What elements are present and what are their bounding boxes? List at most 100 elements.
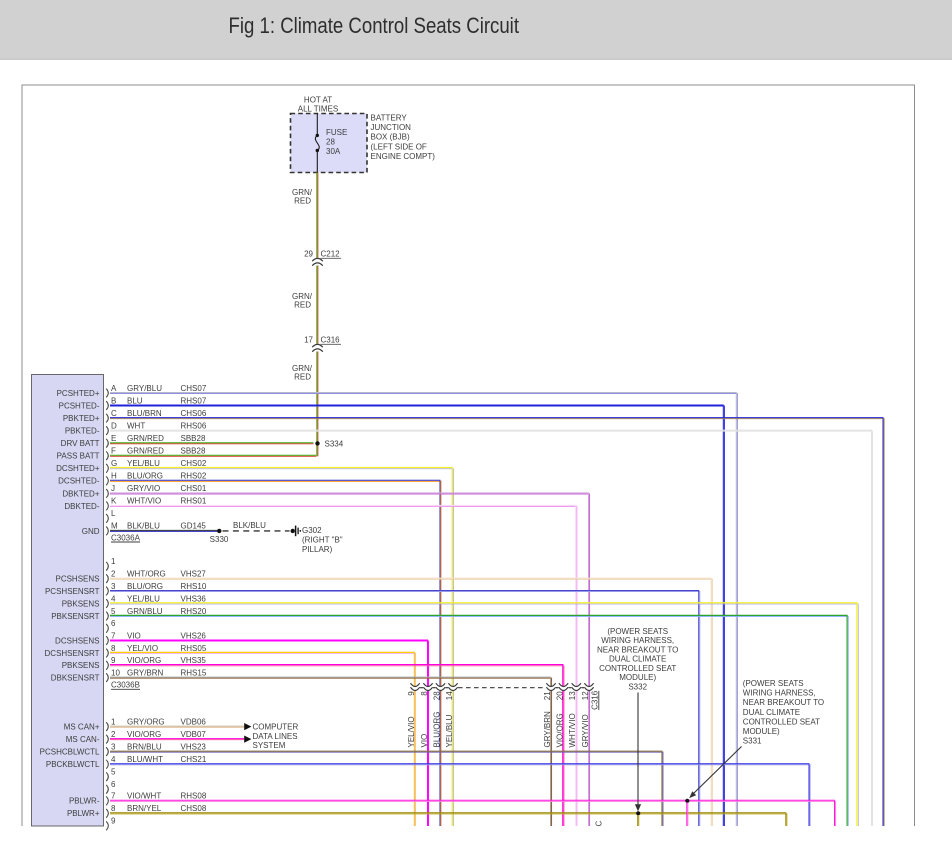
svg-text:YEL/BLU: YEL/BLU xyxy=(445,714,454,747)
svg-text:PBKTED+: PBKTED+ xyxy=(63,414,100,423)
svg-text:PILLAR): PILLAR) xyxy=(302,545,333,554)
svg-text:F: F xyxy=(111,447,116,456)
svg-text:CHS01: CHS01 xyxy=(181,484,207,493)
svg-text:K: K xyxy=(111,497,117,506)
svg-text:WIRING HARNESS,: WIRING HARNESS, xyxy=(743,689,816,698)
svg-text:DRV BATT: DRV BATT xyxy=(61,439,100,448)
svg-text:ALL TIMES: ALL TIMES xyxy=(298,105,338,114)
svg-text:17: 17 xyxy=(304,336,313,345)
svg-text:7: 7 xyxy=(111,631,116,640)
svg-text:PCSHTED-: PCSHTED- xyxy=(59,401,100,410)
svg-text:VIO: VIO xyxy=(420,734,429,748)
svg-text:PCSHCBLWCTL: PCSHCBLWCTL xyxy=(40,748,100,757)
svg-text:(POWER SEATS: (POWER SEATS xyxy=(743,679,804,688)
svg-text:C3036B: C3036B xyxy=(111,681,140,690)
svg-text:VHS23: VHS23 xyxy=(181,742,207,751)
svg-text:DATA LINES: DATA LINES xyxy=(253,732,298,741)
svg-text:8: 8 xyxy=(111,644,116,653)
svg-text:VIO/WHT: VIO/WHT xyxy=(127,792,161,801)
svg-text:C3036A: C3036A xyxy=(111,533,141,542)
svg-text:20: 20 xyxy=(555,691,564,700)
svg-text:GRY/BLU: GRY/BLU xyxy=(127,384,162,393)
svg-text:29: 29 xyxy=(304,250,313,259)
svg-text:J: J xyxy=(111,484,115,493)
svg-text:GRY/BRN: GRY/BRN xyxy=(127,668,164,677)
svg-text:ENGINE COMPT): ENGINE COMPT) xyxy=(371,152,436,161)
svg-text:YEL/VIO: YEL/VIO xyxy=(407,716,416,747)
svg-text:NEAR BREAKOUT TO: NEAR BREAKOUT TO xyxy=(597,645,678,654)
svg-text:YEL/BLU: YEL/BLU xyxy=(127,594,160,603)
svg-text:G302: G302 xyxy=(302,526,322,535)
svg-text:C: C xyxy=(595,821,604,827)
svg-text:DBKTED+: DBKTED+ xyxy=(62,489,99,498)
svg-text:YEL/BLU: YEL/BLU xyxy=(127,459,160,468)
svg-text:PBCKBLWCTL: PBCKBLWCTL xyxy=(46,760,100,769)
svg-text:BLU/ORG: BLU/ORG xyxy=(127,582,163,591)
svg-text:FUSE: FUSE xyxy=(326,128,347,137)
svg-text:7: 7 xyxy=(111,792,116,801)
svg-text:BLU/WHT: BLU/WHT xyxy=(127,755,163,764)
svg-text:RHS08: RHS08 xyxy=(181,792,207,801)
svg-text:D: D xyxy=(111,421,117,430)
svg-text:GD145: GD145 xyxy=(181,522,207,531)
svg-text:VIO: VIO xyxy=(127,631,141,640)
svg-text:RHS15: RHS15 xyxy=(181,668,207,677)
svg-text:CHS21: CHS21 xyxy=(181,755,207,764)
svg-text:CHS02: CHS02 xyxy=(181,459,207,468)
svg-text:RHS06: RHS06 xyxy=(181,421,207,430)
svg-text:MODULE): MODULE) xyxy=(743,727,780,736)
svg-text:BLU/ORG: BLU/ORG xyxy=(127,472,163,481)
svg-text:BLU: BLU xyxy=(127,396,143,405)
svg-text:GRN/RED: GRN/RED xyxy=(127,447,164,456)
svg-text:8: 8 xyxy=(111,804,116,813)
svg-text:10: 10 xyxy=(111,668,120,677)
svg-text:2: 2 xyxy=(111,569,116,578)
svg-text:BATTERY: BATTERY xyxy=(371,114,408,123)
svg-text:3: 3 xyxy=(111,742,116,751)
svg-text:PCSHSENSRT: PCSHSENSRT xyxy=(45,587,100,596)
svg-text:DBKTED-: DBKTED- xyxy=(64,502,99,511)
svg-text:VIO/ORG: VIO/ORG xyxy=(127,656,161,665)
svg-text:H: H xyxy=(111,472,117,481)
svg-text:13: 13 xyxy=(568,691,577,700)
svg-text:21: 21 xyxy=(543,691,552,700)
svg-text:RHS10: RHS10 xyxy=(181,582,207,591)
svg-text:4: 4 xyxy=(111,594,116,603)
svg-text:DBKSENSRT: DBKSENSRT xyxy=(51,674,100,683)
svg-text:C316: C316 xyxy=(590,690,599,710)
svg-text:NEAR BREAKOUT TO: NEAR BREAKOUT TO xyxy=(743,698,824,707)
svg-text:PCSHSENS: PCSHSENS xyxy=(55,575,99,584)
svg-text:VHS26: VHS26 xyxy=(181,631,207,640)
svg-text:HOT AT: HOT AT xyxy=(304,96,332,105)
svg-text:9: 9 xyxy=(111,817,116,826)
svg-text:CONTROLLED SEAT: CONTROLLED SEAT xyxy=(599,664,676,673)
svg-text:L: L xyxy=(111,509,116,518)
svg-text:DUAL CLIMATE: DUAL CLIMATE xyxy=(609,655,666,664)
svg-text:MS CAN-: MS CAN- xyxy=(66,735,100,744)
svg-text:PBKSENS: PBKSENS xyxy=(62,599,100,608)
svg-text:WHT/VIO: WHT/VIO xyxy=(568,713,577,747)
svg-text:CHS06: CHS06 xyxy=(181,409,207,418)
svg-text:WHT: WHT xyxy=(127,421,145,430)
svg-text:CHS07: CHS07 xyxy=(181,384,207,393)
svg-text:YEL/VIO: YEL/VIO xyxy=(127,644,158,653)
svg-text:MODULE): MODULE) xyxy=(619,673,656,682)
svg-text:BLU/ORG: BLU/ORG xyxy=(432,711,441,747)
svg-text:RHS07: RHS07 xyxy=(181,396,207,405)
svg-text:GND: GND xyxy=(82,527,100,536)
svg-text:BRN/BLU: BRN/BLU xyxy=(127,742,162,751)
svg-text:S334: S334 xyxy=(325,439,344,448)
svg-text:VDB07: VDB07 xyxy=(181,730,207,739)
svg-text:8: 8 xyxy=(420,691,429,696)
svg-text:RED: RED xyxy=(294,301,311,310)
svg-text:5: 5 xyxy=(111,768,116,777)
svg-text:MS CAN+: MS CAN+ xyxy=(64,723,100,732)
svg-text:VDB06: VDB06 xyxy=(181,717,207,726)
svg-text:6: 6 xyxy=(111,780,116,789)
svg-text:GRY/VIO: GRY/VIO xyxy=(127,484,160,493)
svg-text:1: 1 xyxy=(111,717,116,726)
svg-text:SBB28: SBB28 xyxy=(181,434,206,443)
svg-text:VHS35: VHS35 xyxy=(181,656,207,665)
svg-text:1: 1 xyxy=(111,557,116,566)
svg-text:GRY/VIO: GRY/VIO xyxy=(581,714,590,747)
